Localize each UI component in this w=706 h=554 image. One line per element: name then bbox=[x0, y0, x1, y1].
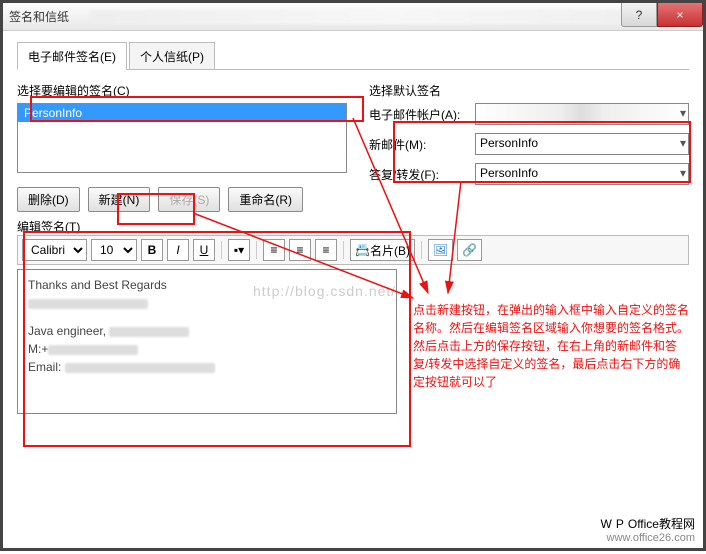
footer: W P Office教程网 www.office26.com bbox=[601, 515, 695, 544]
editor-line: M:+ bbox=[28, 342, 48, 356]
separator bbox=[221, 241, 222, 259]
picture-button[interactable]: 🖼 bbox=[428, 239, 453, 261]
separator bbox=[421, 241, 422, 259]
rename-button[interactable]: 重命名(R) bbox=[228, 187, 303, 212]
logo-ppt-icon: P bbox=[616, 517, 624, 531]
tab-strip: 电子邮件签名(E) 个人信纸(P) bbox=[17, 41, 689, 70]
editor-line: Java engineer, bbox=[28, 324, 106, 338]
font-select[interactable]: Calibri bbox=[22, 239, 87, 261]
brand-text: Office教程网 bbox=[628, 515, 695, 532]
underline-button[interactable]: U bbox=[193, 239, 215, 261]
select-signature-label: 选择要编辑的签名(C) bbox=[17, 82, 349, 99]
new-mail-label: 新邮件(M): bbox=[369, 136, 469, 153]
reply-forward-dropdown[interactable]: PersonInfo bbox=[475, 163, 689, 185]
size-select[interactable]: 10 bbox=[91, 239, 137, 261]
account-dropdown[interactable] bbox=[475, 103, 689, 125]
tab-personal-stationery[interactable]: 个人信纸(P) bbox=[129, 42, 215, 70]
editor-line: Email: bbox=[28, 360, 61, 374]
help-button[interactable]: ? bbox=[621, 3, 657, 27]
separator bbox=[343, 241, 344, 259]
link-button[interactable]: 🔗 bbox=[457, 239, 482, 261]
logo-word-icon: W bbox=[601, 517, 612, 531]
reply-forward-label: 答复/转发(F): bbox=[369, 166, 469, 183]
editor-line: Thanks and Best Regards bbox=[28, 278, 386, 292]
color-button[interactable]: ▪▾ bbox=[228, 239, 250, 261]
bold-button[interactable]: B bbox=[141, 239, 163, 261]
business-card-button[interactable]: 📇 名片(B) bbox=[350, 239, 415, 261]
title-bar: 签名和信纸 ? × bbox=[3, 3, 703, 31]
new-button[interactable]: 新建(N) bbox=[88, 187, 151, 212]
signature-editor[interactable]: Thanks and Best Regards Java engineer, M… bbox=[17, 269, 397, 414]
align-left-button[interactable]: ≡ bbox=[263, 239, 285, 261]
delete-button[interactable]: 删除(D) bbox=[17, 187, 80, 212]
title-blur bbox=[89, 10, 697, 24]
window-title: 签名和信纸 bbox=[9, 8, 69, 25]
tab-email-signature[interactable]: 电子邮件签名(E) bbox=[17, 42, 127, 70]
italic-button[interactable]: I bbox=[167, 239, 189, 261]
account-label: 电子邮件帐户(A): bbox=[369, 106, 469, 123]
footer-url: www.office26.com bbox=[601, 532, 695, 544]
align-center-button[interactable]: ≡ bbox=[289, 239, 311, 261]
align-right-button[interactable]: ≡ bbox=[315, 239, 337, 261]
separator bbox=[256, 241, 257, 259]
signature-list-item[interactable]: PersonInfo bbox=[18, 104, 346, 122]
signature-listbox[interactable]: PersonInfo bbox=[17, 103, 347, 173]
default-signature-label: 选择默认签名 bbox=[369, 82, 689, 99]
edit-signature-label: 编辑签名(T) bbox=[17, 218, 689, 235]
close-button[interactable]: × bbox=[657, 3, 703, 27]
editor-toolbar: Calibri 10 B I U ▪▾ ≡ ≡ ≡ 📇 名片(B) 🖼 🔗 bbox=[17, 235, 689, 265]
new-mail-dropdown[interactable]: PersonInfo bbox=[475, 133, 689, 155]
save-button[interactable]: 保存(S) bbox=[158, 187, 220, 212]
annotation-text: 点击新建按钮，在弹出的输入框中输入自定义的签名名称。然后在编辑签名区域输入你想要… bbox=[413, 301, 691, 391]
